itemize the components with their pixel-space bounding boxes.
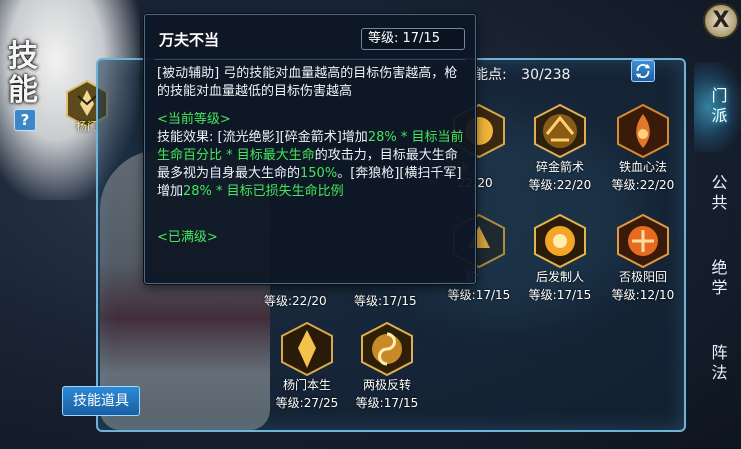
skill-level: 等级:22/20 bbox=[264, 294, 327, 308]
golden-arrows-icon bbox=[534, 104, 586, 158]
current-level-header: <当前等级> bbox=[157, 112, 231, 127]
screen-title: 技能 bbox=[8, 39, 38, 108]
skill-items-button[interactable]: 技能道具 bbox=[62, 386, 140, 416]
skill-item[interactable]: 铁血心法 等级:22/20 bbox=[608, 104, 678, 194]
iron-blood-icon bbox=[617, 104, 669, 158]
tab-menpai[interactable]: 门派 bbox=[694, 62, 741, 152]
effect-text: 技能效果: [流光绝影][碎金箭术]增加 bbox=[157, 130, 368, 145]
skill-points-label: 能点: bbox=[474, 67, 507, 83]
help-button[interactable]: ? bbox=[14, 109, 36, 131]
tooltip-divider bbox=[155, 59, 465, 60]
yangmen-icon bbox=[281, 322, 333, 376]
tooltip-description: [被动辅助] 弓的技能对血量越高的目标伤害越高，枪的技能对血量越低的目标伤害越高 bbox=[157, 66, 458, 99]
skill-level: 等级:17/15 bbox=[355, 396, 419, 410]
skill-name: 杨门本生 bbox=[282, 378, 331, 392]
close-button[interactable]: X bbox=[703, 3, 739, 39]
sun-return-icon bbox=[617, 214, 669, 268]
skill-level: 等级:12/10 bbox=[611, 288, 675, 302]
tab-juexue[interactable]: 绝学 bbox=[694, 247, 741, 311]
skill-points-value: 30/238 bbox=[521, 67, 571, 83]
skill-item[interactable]: 后发制人 等级:17/15 bbox=[525, 214, 595, 304]
refresh-icon bbox=[635, 63, 651, 79]
max-level-label: <已满级> bbox=[157, 230, 218, 245]
tooltip-body: [被动辅助] 弓的技能对血量越高的目标伤害越高，枪的技能对血量越低的目标伤害越高… bbox=[157, 65, 469, 247]
tooltip-effect: 技能效果: [流光绝影][碎金箭术]增加28% * 目标当前生命百分比 * 目标… bbox=[157, 129, 469, 201]
tab-zhenfa[interactable]: 阵法 bbox=[694, 332, 741, 396]
skill-name: 否极阳回 bbox=[618, 270, 667, 284]
skill-tooltip: 万夫不当 等级: 17/15 [被动辅助] 弓的技能对血量越高的目标伤害越高，枪… bbox=[144, 14, 476, 284]
effect-value: 28% * 目标已损失生命比例 bbox=[183, 184, 344, 199]
skill-item[interactable]: 杨门本生 等级:27/25 bbox=[272, 322, 342, 412]
skill-level: 等级:17/15 bbox=[354, 294, 417, 308]
effect-value: 150% bbox=[300, 166, 338, 181]
skill-name: 后发制人 bbox=[535, 270, 584, 284]
tooltip-title: 万夫不当 bbox=[159, 31, 220, 49]
refresh-button[interactable] bbox=[631, 60, 655, 82]
counter-strike-icon bbox=[534, 214, 586, 268]
skill-level: 等级:22/20 bbox=[611, 178, 675, 192]
side-nav: 门派 公共 绝学 阵法 bbox=[694, 62, 741, 449]
polarity-icon bbox=[361, 322, 413, 376]
skill-item[interactable]: 两极反转 等级:17/15 bbox=[352, 322, 422, 412]
skill-name: 铁血心法 bbox=[618, 160, 667, 174]
skill-item[interactable]: 否极阳回 等级:12/10 bbox=[608, 214, 678, 304]
skill-name: 两极反转 bbox=[362, 378, 411, 392]
skill-item[interactable]: 碎金箭术 等级:22/20 bbox=[525, 104, 595, 194]
skill-name: 碎金箭术 bbox=[535, 160, 584, 174]
tab-gonggong[interactable]: 公共 bbox=[694, 162, 741, 226]
tooltip-level: 等级: 17/15 bbox=[361, 28, 465, 50]
skill-points: 能点: 30/238 bbox=[474, 64, 570, 84]
